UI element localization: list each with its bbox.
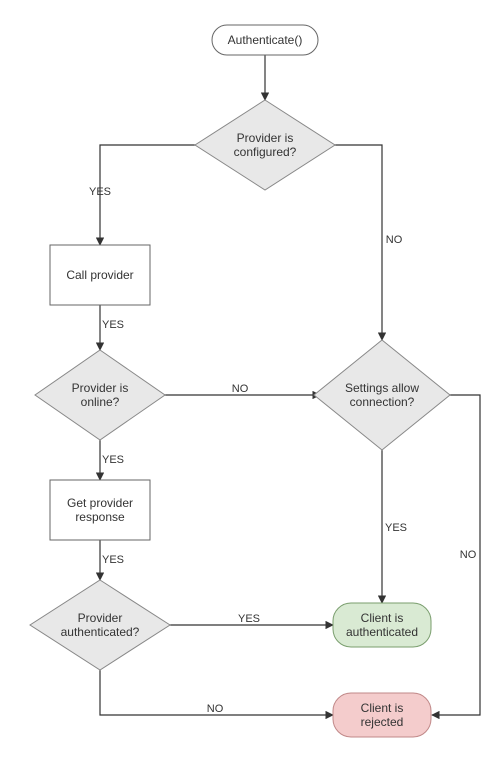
flowchart: YES NO YES NO YES YES YES NO YES NO Auth… xyxy=(0,0,501,760)
text-settings-l2: connection? xyxy=(350,395,415,409)
edge-configured-yes xyxy=(100,145,200,245)
edge-configured-no xyxy=(330,145,382,340)
label-yes-1: YES xyxy=(89,186,111,198)
text-configured-l2: configured? xyxy=(234,145,297,159)
text-online-l2: online? xyxy=(81,395,120,409)
label-no-4: NO xyxy=(460,549,477,561)
text-authd-l2: authenticated? xyxy=(61,625,140,639)
text-get-response-l1: Get provider xyxy=(67,496,133,510)
text-call-provider: Call provider xyxy=(66,268,133,282)
text-client-rej-l1: Client is xyxy=(361,701,404,715)
text-client-auth-l1: Client is xyxy=(361,611,404,625)
label-yes-3: YES xyxy=(102,454,124,466)
label-no-2: NO xyxy=(232,383,249,395)
label-no-1: NO xyxy=(386,234,403,246)
text-client-auth-l2: authenticated xyxy=(346,625,418,639)
label-yes-4: YES xyxy=(102,554,124,566)
text-configured-l1: Provider is xyxy=(237,131,294,145)
text-settings-l1: Settings allow xyxy=(345,381,419,395)
label-yes-2: YES xyxy=(102,319,124,331)
text-start: Authenticate() xyxy=(228,33,303,47)
label-no-3: NO xyxy=(207,703,224,715)
label-yes-6: YES xyxy=(385,522,407,534)
text-authd-l1: Provider xyxy=(78,611,123,625)
text-get-response-l2: response xyxy=(75,510,125,524)
text-client-rej-l2: rejected xyxy=(361,715,404,729)
label-yes-5: YES xyxy=(238,613,260,625)
text-online-l1: Provider is xyxy=(72,381,129,395)
